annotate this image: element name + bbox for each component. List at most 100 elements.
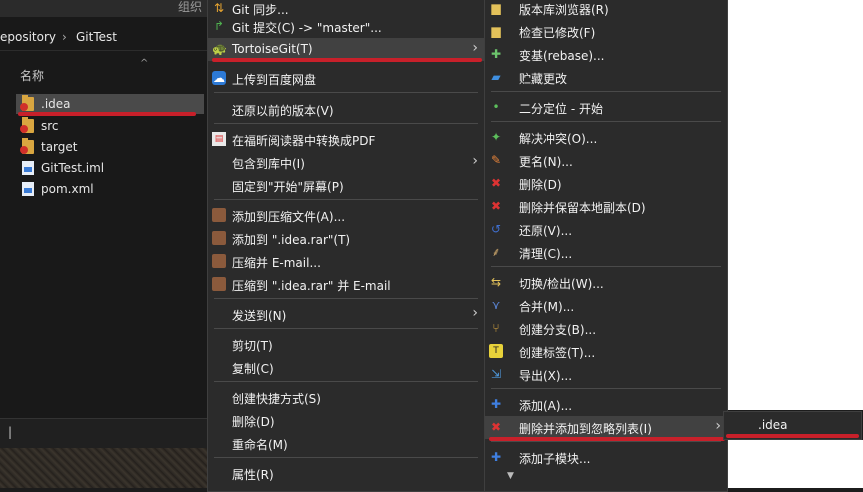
menu-separator bbox=[491, 91, 721, 92]
menu-item-copy[interactable]: 复制(C) bbox=[208, 356, 484, 379]
menu-item-create-branch[interactable]: ⑂ 创建分支(B)... bbox=[485, 317, 727, 340]
git-commit-icon: ↱ bbox=[213, 19, 225, 33]
ribbon-label-organize[interactable]: 组织 bbox=[178, 0, 202, 15]
column-header[interactable]: 名称 ^ bbox=[0, 58, 210, 86]
column-header-name[interactable]: 名称 bbox=[20, 67, 44, 84]
file-name: target bbox=[41, 140, 78, 154]
export-icon: ⇲ bbox=[490, 367, 502, 381]
menu-separator bbox=[214, 199, 478, 200]
stash-icon: ▰ bbox=[491, 70, 501, 84]
git-modified-badge-icon bbox=[20, 103, 28, 111]
menu-separator bbox=[491, 266, 721, 267]
check-modified-icon: ▆ bbox=[491, 24, 501, 38]
menu-item-resolve[interactable]: ✦ 解决冲突(O)... bbox=[485, 126, 727, 149]
menu-item-convert-pdf[interactable]: ▤ 在福昕阅读器中转换成PDF bbox=[208, 128, 484, 151]
menu-item-merge[interactable]: ⋎ 合并(M)... bbox=[485, 294, 727, 317]
file-row-gittest-iml[interactable]: GitTest.iml bbox=[16, 158, 204, 178]
menu-item-rename[interactable]: 重命名(M) bbox=[208, 432, 484, 455]
menu-item-compress-rar-email[interactable]: 压缩到 ".idea.rar" 并 E-mail bbox=[208, 273, 484, 296]
rebase-icon: ✚ bbox=[490, 47, 502, 61]
context-menu: ⇅ Git 同步... ↱ Git 提交(C) -> "master"... 🐢… bbox=[207, 0, 485, 492]
folder-icon bbox=[20, 138, 34, 154]
ignore-list-submenu: .idea bbox=[723, 411, 862, 440]
annotation-underline-tortoisegit bbox=[212, 58, 482, 62]
menu-item-label: 还原以前的版本(V) bbox=[232, 104, 334, 118]
menu-item-label: 还原(V)... bbox=[519, 224, 573, 238]
menu-item-label: 添加子模块... bbox=[519, 452, 591, 466]
menu-item-create-tag[interactable]: T 创建标签(T)... bbox=[485, 340, 727, 363]
file-row-idea[interactable]: .idea bbox=[16, 94, 204, 114]
file-name: .idea bbox=[41, 97, 71, 111]
text-caret: | bbox=[8, 425, 13, 439]
delete-keep-icon: ✖ bbox=[490, 199, 502, 213]
menu-item-bisect-start[interactable]: • 二分定位 - 开始 bbox=[485, 96, 727, 119]
winrar-icon bbox=[212, 254, 226, 268]
tortoisegit-submenu: ▆ 版本库浏览器(R) ▆ 检查已修改(F) ✚ 变基(rebase)... ▰… bbox=[484, 0, 728, 492]
menu-item-check-modified[interactable]: ▆ 检查已修改(F) bbox=[485, 20, 727, 43]
menu-item-stash[interactable]: ▰ 贮藏更改 bbox=[485, 66, 727, 89]
winrar-icon bbox=[212, 231, 226, 245]
menu-item-baidu-upload[interactable]: ☁ 上传到百度网盘 bbox=[208, 67, 484, 90]
address-segment-repository[interactable]: epository bbox=[0, 30, 56, 44]
menu-scroll-down-icon[interactable]: ▼ bbox=[507, 471, 514, 481]
submodule-icon: ✚ bbox=[490, 450, 502, 464]
bisect-icon: • bbox=[492, 100, 500, 114]
menu-item-label: 属性(R) bbox=[232, 468, 274, 482]
annotation-underline-idea-ignore bbox=[726, 434, 859, 438]
menu-item-cleanup[interactable]: ⸙ 清理(C)... bbox=[485, 241, 727, 264]
menu-item-label: 版本库浏览器(R) bbox=[519, 3, 609, 17]
menu-item-pin-start[interactable]: 固定到"开始"屏幕(P) bbox=[208, 174, 484, 197]
menu-item-add[interactable]: ✚ 添加(A)... bbox=[485, 393, 727, 416]
menu-item-send-to[interactable]: 发送到(N) › bbox=[208, 303, 484, 326]
menu-item-delete-add-ignore[interactable]: ✖ 删除并添加到忽略列表(I) › bbox=[485, 416, 727, 439]
menu-item-label: 删除(D) bbox=[519, 178, 562, 192]
ribbon-strip: 组织 bbox=[0, 0, 210, 17]
menu-item-label: 二分定位 - 开始 bbox=[519, 102, 603, 116]
menu-item-label: 创建分支(B)... bbox=[519, 323, 597, 337]
menu-item-restore-previous[interactable]: 还原以前的版本(V) bbox=[208, 98, 484, 121]
menu-item-revert[interactable]: ↺ 还原(V)... bbox=[485, 218, 727, 241]
menu-item-delete-keep-local[interactable]: ✖ 删除并保留本地副本(D) bbox=[485, 195, 727, 218]
file-name: GitTest.iml bbox=[41, 161, 105, 175]
menu-item-add-submodule[interactable]: ✚ 添加子模块... bbox=[485, 446, 727, 469]
menu-item-switch-checkout[interactable]: ⇆ 切换/检出(W)... bbox=[485, 271, 727, 294]
menu-item-label: 剪切(T) bbox=[232, 339, 273, 353]
menu-item-label: 在福昕阅读器中转换成PDF bbox=[232, 134, 376, 148]
file-row-src[interactable]: src bbox=[16, 116, 204, 136]
file-row-target[interactable]: target bbox=[16, 137, 204, 157]
file-row-pom-xml[interactable]: pom.xml bbox=[16, 179, 204, 199]
switch-icon: ⇆ bbox=[490, 275, 502, 289]
merge-icon: ⋎ bbox=[491, 298, 501, 312]
ignore-icon: ✖ bbox=[490, 420, 502, 434]
menu-item-label: 创建标签(T)... bbox=[519, 346, 596, 360]
menu-item-add-archive[interactable]: 添加到压缩文件(A)... bbox=[208, 204, 484, 227]
folder-icon bbox=[20, 95, 34, 111]
menu-separator bbox=[214, 381, 478, 382]
menu-item-export[interactable]: ⇲ 导出(X)... bbox=[485, 363, 727, 386]
menu-item-properties[interactable]: 属性(R) bbox=[208, 462, 484, 485]
menu-item-delete[interactable]: 删除(D) bbox=[208, 409, 484, 432]
menu-item-add-to-idea-rar[interactable]: 添加到 ".idea.rar"(T) bbox=[208, 227, 484, 250]
menu-item-create-shortcut[interactable]: 创建快捷方式(S) bbox=[208, 386, 484, 409]
menu-item-repo-browser[interactable]: ▆ 版本库浏览器(R) bbox=[485, 0, 727, 20]
address-bar[interactable]: epository › GitTest bbox=[0, 26, 210, 51]
baidu-cloud-icon: ☁ bbox=[212, 71, 226, 85]
menu-item-rebase[interactable]: ✚ 变基(rebase)... bbox=[485, 43, 727, 66]
menu-item-label: Git 提交(C) -> "master"... bbox=[232, 21, 382, 35]
menu-item-label: 导出(X)... bbox=[519, 369, 573, 383]
address-segment-gittest[interactable]: GitTest bbox=[76, 30, 117, 44]
menu-item-delete[interactable]: ✖ 删除(D) bbox=[485, 172, 727, 195]
menu-item-label: 解决冲突(O)... bbox=[519, 132, 598, 146]
menu-item-rename[interactable]: ✎ 更名(N)... bbox=[485, 149, 727, 172]
submenu-arrow-icon: › bbox=[472, 305, 478, 321]
background-window-white bbox=[727, 0, 863, 410]
menu-item-include-library[interactable]: 包含到库中(I) › bbox=[208, 151, 484, 174]
menu-item-compress-email[interactable]: 压缩并 E-mail... bbox=[208, 250, 484, 273]
menu-item-git-commit[interactable]: ↱ Git 提交(C) -> "master"... bbox=[208, 15, 484, 38]
cleanup-icon: ⸙ bbox=[491, 245, 501, 259]
git-modified-badge-icon bbox=[20, 146, 28, 154]
status-bar: | bbox=[0, 418, 210, 449]
iml-file-icon bbox=[22, 161, 34, 175]
menu-item-cut[interactable]: 剪切(T) bbox=[208, 333, 484, 356]
xml-file-icon bbox=[22, 182, 34, 196]
